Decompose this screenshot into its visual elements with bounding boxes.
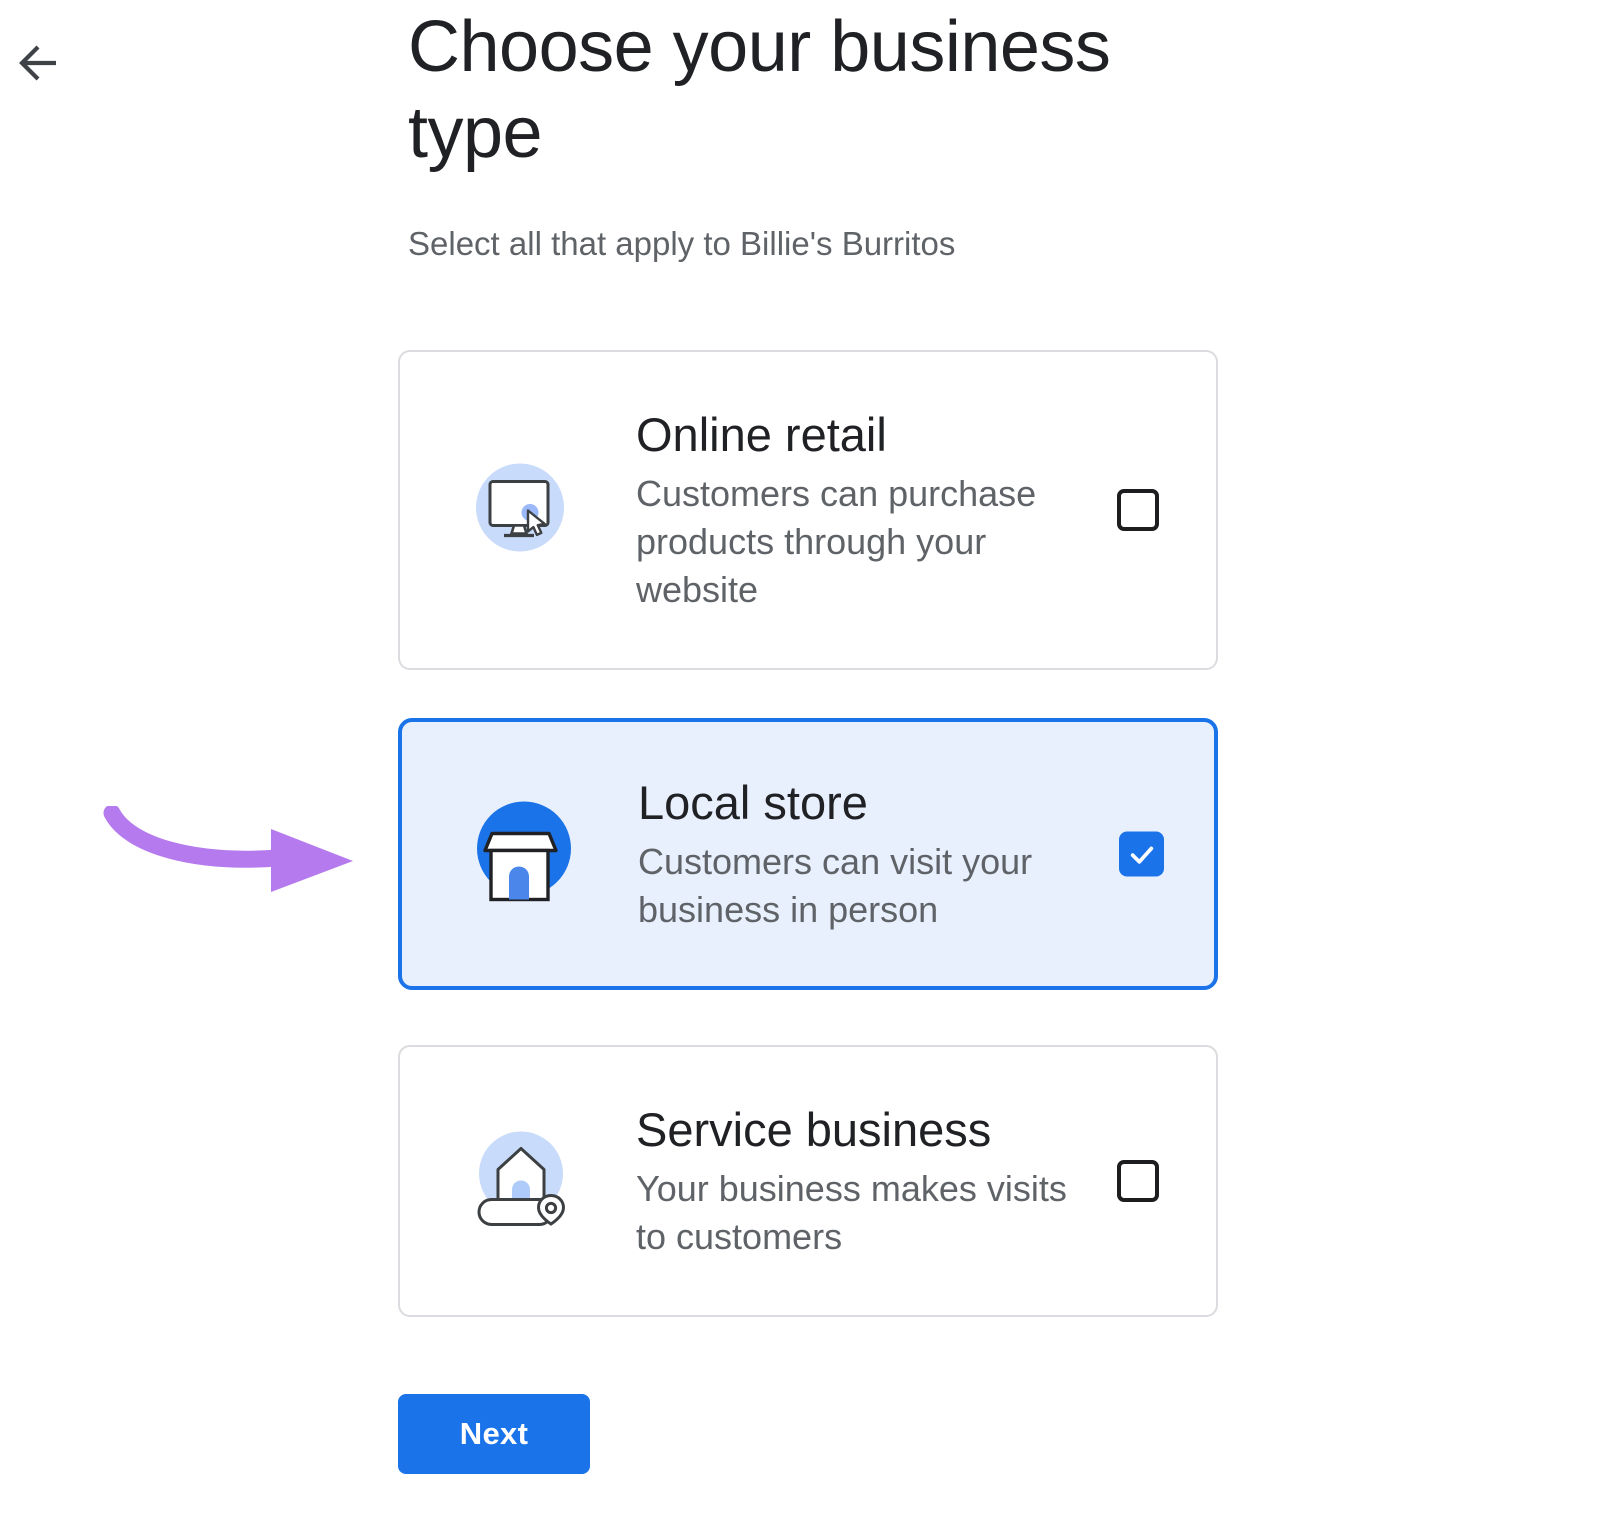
online-retail-checkbox[interactable] bbox=[1117, 489, 1159, 531]
option-title: Online retail bbox=[636, 406, 1086, 464]
option-text-service-business: Service business Your business makes vis… bbox=[636, 1101, 1086, 1261]
option-card-service-business[interactable]: Service business Your business makes vis… bbox=[398, 1045, 1218, 1317]
option-card-local-store[interactable]: Local store Customers can visit your bus… bbox=[398, 718, 1218, 990]
service-business-house-pin-icon bbox=[474, 1130, 566, 1233]
option-description: Customers can purchase products through … bbox=[636, 470, 1086, 614]
service-business-checkbox[interactable] bbox=[1117, 1160, 1159, 1202]
option-card-online-retail[interactable]: Online retail Customers can purchase pro… bbox=[398, 350, 1218, 670]
back-arrow-icon bbox=[15, 40, 61, 89]
business-type-page: Choose your business type Select all tha… bbox=[0, 0, 1600, 1520]
option-description: Your business makes visits to customers bbox=[636, 1165, 1086, 1261]
option-title: Service business bbox=[636, 1101, 1086, 1159]
back-button[interactable] bbox=[12, 38, 64, 90]
local-store-checkbox[interactable] bbox=[1119, 832, 1164, 877]
option-description: Customers can visit your business in per… bbox=[638, 838, 1088, 934]
checkmark-icon bbox=[1126, 838, 1158, 870]
page-subtitle: Select all that apply to Billie's Burrit… bbox=[408, 222, 1168, 266]
annotation-arrow-icon bbox=[103, 806, 355, 903]
option-text-local-store: Local store Customers can visit your bus… bbox=[638, 774, 1088, 934]
local-store-storefront-icon bbox=[476, 801, 572, 908]
option-text-online-retail: Online retail Customers can purchase pro… bbox=[636, 406, 1086, 614]
next-button[interactable]: Next bbox=[398, 1394, 590, 1474]
page-title: Choose your business type bbox=[408, 4, 1128, 176]
online-retail-monitor-icon bbox=[474, 462, 566, 559]
option-title: Local store bbox=[638, 774, 1088, 832]
